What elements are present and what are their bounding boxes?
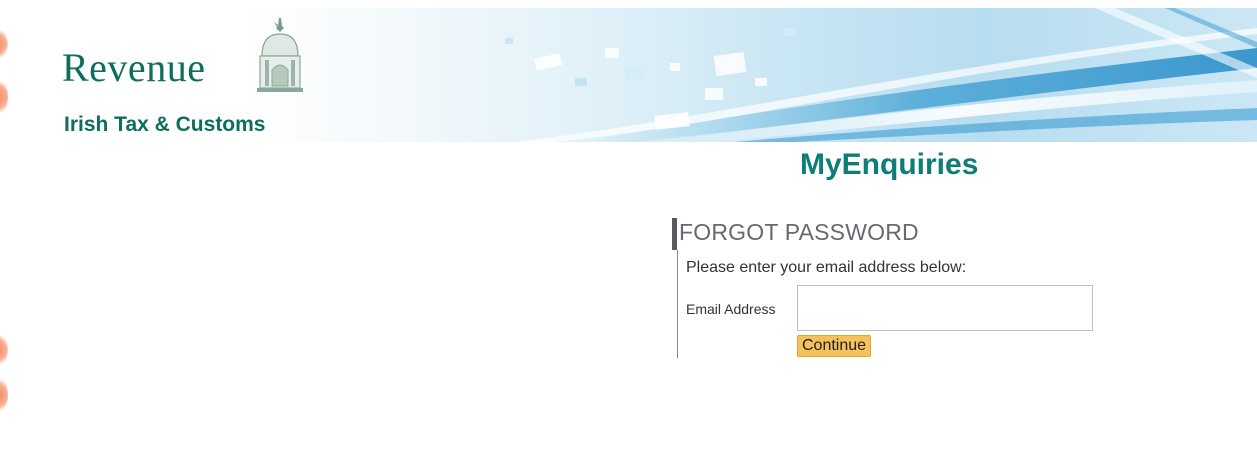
edge-decoration: [0, 378, 8, 412]
heading-accent-bar: [672, 218, 677, 250]
panel-divider: [677, 250, 678, 358]
forgot-password-form: FORGOT PASSWORD Please enter your email …: [672, 218, 1112, 360]
email-field[interactable]: [797, 285, 1093, 331]
page: Revenue Irish Tax & Customs MyEnquiries …: [0, 0, 1257, 465]
form-heading: FORGOT PASSWORD: [679, 219, 919, 245]
app-title: MyEnquiries: [800, 148, 979, 181]
brand-subtitle: Irish Tax & Customs: [64, 113, 266, 136]
brand-name: Revenue: [62, 45, 206, 90]
header-banner: Revenue Irish Tax & Customs: [15, 8, 1257, 142]
edge-decoration: [0, 335, 8, 365]
form-instruction: Please enter your email address below:: [686, 259, 967, 276]
edge-decoration: [0, 80, 8, 114]
continue-button[interactable]: Continue: [797, 335, 872, 357]
custom-house-icon: [257, 18, 303, 92]
edge-decoration: [0, 30, 8, 58]
email-label: Email Address: [686, 301, 776, 317]
